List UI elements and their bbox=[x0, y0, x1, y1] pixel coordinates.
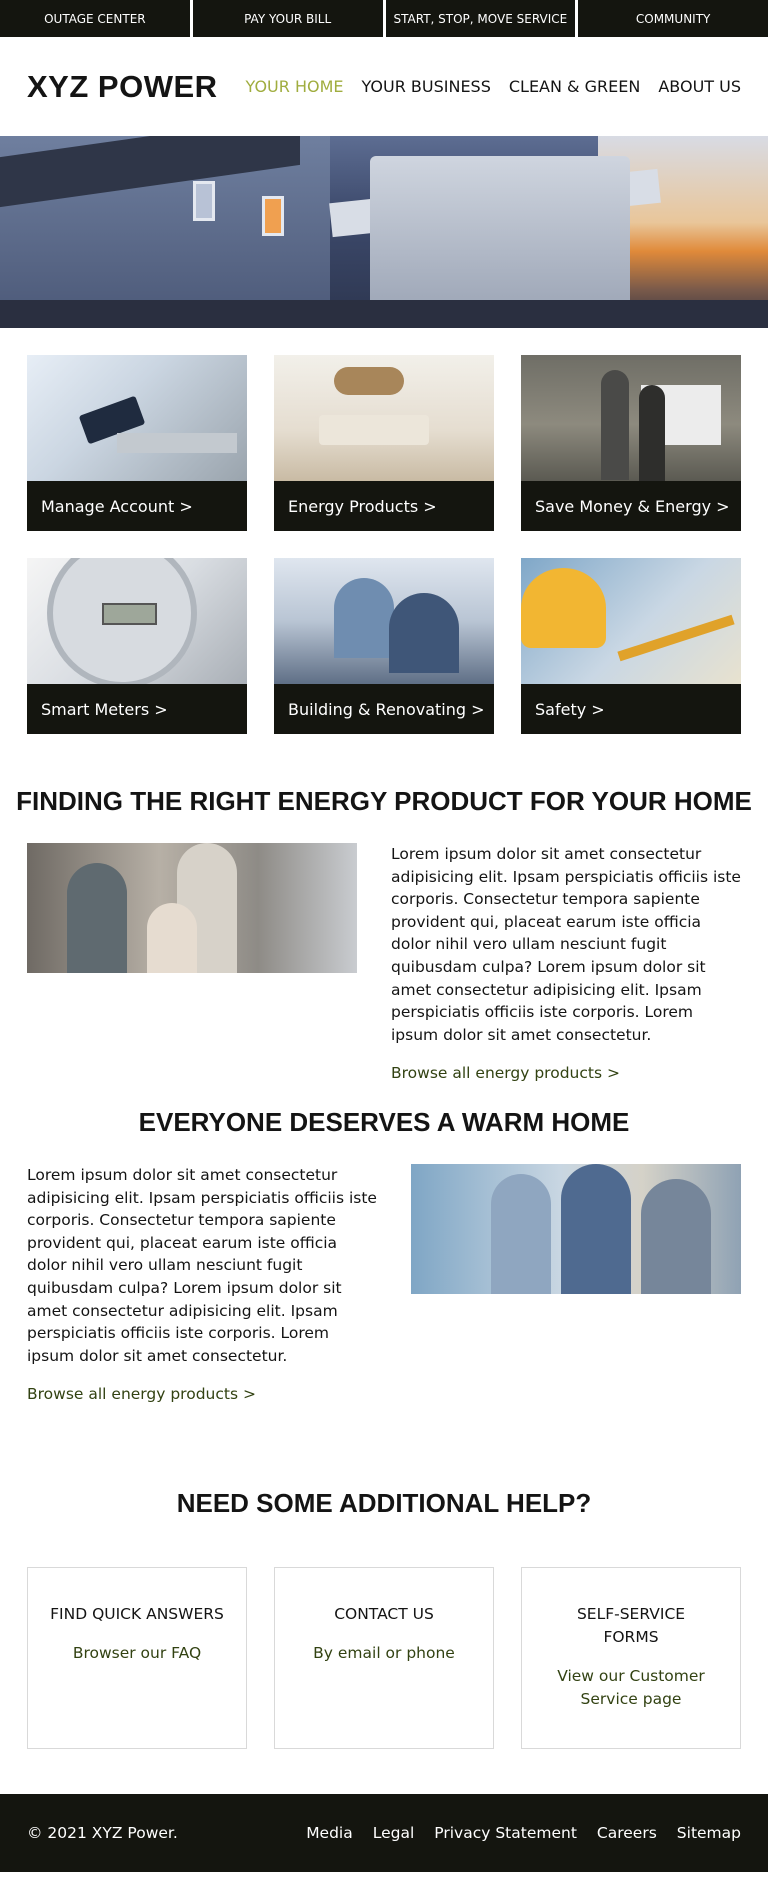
site-header: XYZ POWER YOUR HOME YOUR BUSINESS CLEAN … bbox=[0, 37, 768, 136]
help-cards: FIND QUICK ANSWERS Browser our FAQ CONTA… bbox=[0, 1566, 768, 1749]
pay-bill-link[interactable]: PAY YOUR BILL bbox=[192, 0, 383, 37]
site-footer: © 2021 XYZ Power. Media Legal Privacy St… bbox=[0, 1793, 768, 1872]
hero-image bbox=[0, 136, 768, 328]
customer-service-link[interactable]: View our Customer Service page bbox=[522, 1665, 740, 1711]
couple-photo bbox=[521, 355, 741, 481]
nav-clean-green[interactable]: CLEAN & GREEN bbox=[509, 77, 640, 96]
hero-window-lit bbox=[262, 196, 284, 236]
footer-link-careers[interactable]: Careers bbox=[597, 1824, 657, 1842]
start-stop-move-link[interactable]: START, STOP, MOVE SERVICE bbox=[385, 0, 576, 37]
laptop-card-photo bbox=[27, 355, 247, 481]
body-text: Lorem ipsum dolor sit amet consectetur a… bbox=[27, 1165, 377, 1365]
living-room-photo bbox=[274, 355, 494, 481]
tile-manage-account[interactable]: Manage Account > bbox=[27, 355, 247, 531]
card-title: FIND QUICK ANSWERS bbox=[50, 1604, 224, 1623]
tile-energy-products[interactable]: Energy Products > bbox=[274, 355, 494, 531]
warm-home-copy: Lorem ipsum dolor sit amet consectetur a… bbox=[27, 1164, 379, 1406]
footer-link-sitemap[interactable]: Sitemap bbox=[677, 1824, 741, 1842]
hard-hat-photo bbox=[521, 558, 741, 684]
community-link[interactable]: COMMUNITY bbox=[578, 0, 768, 37]
browse-products-link[interactable]: Browse all energy products > bbox=[27, 1383, 379, 1406]
hero-ground bbox=[0, 300, 768, 328]
tile-save-money[interactable]: Save Money & Energy > bbox=[521, 355, 741, 531]
copyright-text: © 2021 XYZ Power. bbox=[27, 1823, 178, 1842]
hero-window bbox=[193, 181, 215, 221]
nav-your-business[interactable]: YOUR BUSINESS bbox=[362, 77, 491, 96]
contact-link[interactable]: By email or phone bbox=[275, 1642, 493, 1665]
tile-label: Energy Products > bbox=[274, 481, 494, 531]
outage-center-link[interactable]: OUTAGE CENTER bbox=[0, 0, 190, 37]
nav-about-us[interactable]: ABOUT US bbox=[658, 77, 741, 96]
footer-link-privacy[interactable]: Privacy Statement bbox=[434, 1824, 577, 1842]
site-logo[interactable]: XYZ POWER bbox=[27, 69, 218, 105]
footer-link-legal[interactable]: Legal bbox=[373, 1824, 415, 1842]
energy-products-copy: Lorem ipsum dolor sit amet consectetur a… bbox=[391, 843, 741, 1085]
body-text: Lorem ipsum dolor sit amet consectetur a… bbox=[391, 845, 741, 1044]
tile-label: Building & Renovating > bbox=[274, 684, 494, 734]
smart-meter-photo bbox=[27, 558, 247, 684]
help-card-contact: CONTACT US By email or phone bbox=[274, 1566, 494, 1749]
utility-bar: OUTAGE CENTER PAY YOUR BILL START, STOP,… bbox=[0, 0, 768, 37]
tile-safety[interactable]: Safety > bbox=[521, 558, 741, 734]
family-laptop-photo bbox=[27, 843, 357, 973]
card-title: CONTACT US bbox=[334, 1604, 434, 1623]
section-title-help: NEED SOME ADDITIONAL HELP? bbox=[176, 1487, 592, 1518]
card-title: SELF-SERVICE FORMS bbox=[576, 1604, 686, 1646]
footer-link-media[interactable]: Media bbox=[306, 1824, 353, 1842]
nav-your-home[interactable]: YOUR HOME bbox=[246, 77, 344, 96]
faq-link[interactable]: Browser our FAQ bbox=[28, 1642, 246, 1665]
footer-links: Media Legal Privacy Statement Careers Si… bbox=[306, 1824, 741, 1842]
tile-label: Smart Meters > bbox=[27, 684, 247, 734]
family-couch-photo bbox=[411, 1163, 741, 1294]
browse-products-link[interactable]: Browse all energy products > bbox=[391, 1062, 741, 1085]
warm-home-section: Lorem ipsum dolor sit amet consectetur a… bbox=[0, 1163, 768, 1406]
section-title-energy-products: FINDING THE RIGHT ENERGY PRODUCT FOR YOU… bbox=[16, 786, 752, 816]
main-nav: YOUR HOME YOUR BUSINESS CLEAN & GREEN AB… bbox=[246, 77, 741, 96]
quick-links-grid: Manage Account > Energy Products > Save … bbox=[0, 328, 768, 734]
section-title-warm-home: EVERYONE DESERVES A WARM HOME bbox=[138, 1106, 630, 1137]
tile-building-renovating[interactable]: Building & Renovating > bbox=[274, 558, 494, 734]
tile-label: Manage Account > bbox=[27, 481, 247, 531]
tile-label: Safety > bbox=[521, 684, 741, 734]
tile-smart-meters[interactable]: Smart Meters > bbox=[27, 558, 247, 734]
energy-products-section: Lorem ipsum dolor sit amet consectetur a… bbox=[0, 843, 768, 1085]
help-card-faq: FIND QUICK ANSWERS Browser our FAQ bbox=[27, 1566, 247, 1749]
family-photo bbox=[274, 558, 494, 684]
hero-utility-truck bbox=[370, 156, 630, 321]
help-card-forms: SELF-SERVICE FORMS View our Customer Ser… bbox=[521, 1566, 741, 1749]
tile-label: Save Money & Energy > bbox=[521, 481, 741, 531]
